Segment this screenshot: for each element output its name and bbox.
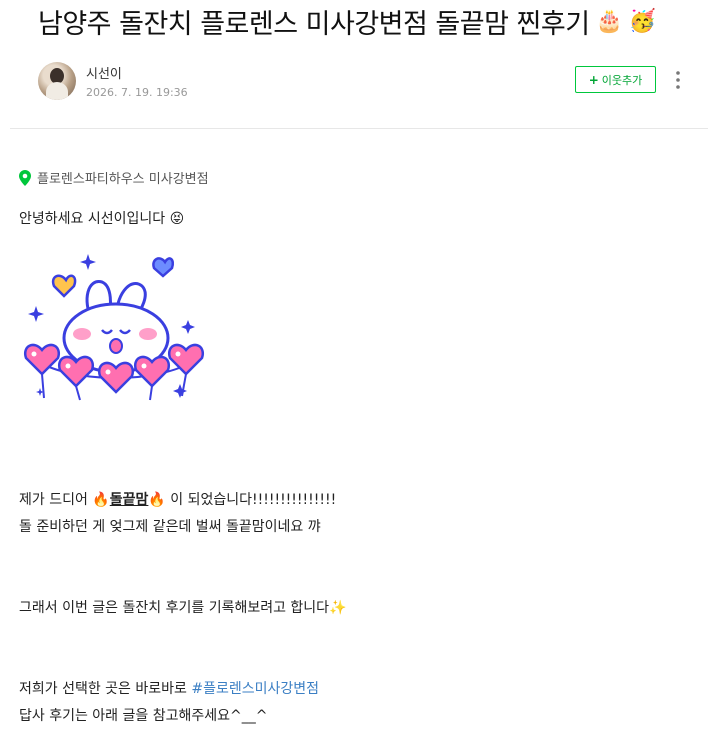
post-date: 2026. 7. 19. 19:36 bbox=[86, 86, 188, 99]
paragraph-3: 그래서 이번 글은 돌잔치 후기를 기록해보려고 합니다✨ bbox=[19, 597, 347, 617]
sparkles-emoji: ✨ bbox=[329, 600, 347, 616]
cake-emoji: 🎂 bbox=[595, 9, 623, 34]
add-neighbor-label: 이웃추가 bbox=[601, 73, 643, 87]
paragraph-4: 저희가 선택한 곳은 바로바로 #플로렌스미사강변점 bbox=[19, 678, 319, 698]
plus-icon: + bbox=[588, 72, 599, 87]
paragraph-2: 돌 준비하던 게 엊그제 같은데 벌써 돌끝맘이네요 꺄 bbox=[19, 519, 321, 535]
p3-text: 그래서 이번 글은 돌잔치 후기를 기록해보려고 합니다 bbox=[19, 600, 330, 616]
post-title: 남양주 돌잔치 플로렌스 미사강변점 돌끝맘 찐후기 🎂 🥳 bbox=[38, 2, 708, 41]
kebab-menu-icon bbox=[676, 71, 680, 89]
hashtag-link[interactable]: #플로렌스미사강변점 bbox=[191, 681, 319, 697]
place-link[interactable]: 플로렌스파티하우스 미사강변점 bbox=[19, 168, 209, 187]
author-avatar[interactable] bbox=[38, 62, 76, 100]
author-name[interactable]: 시선이 bbox=[86, 63, 122, 82]
tongue-emoji: 😝 bbox=[169, 211, 185, 227]
add-neighbor-button[interactable]: + 이웃추가 bbox=[575, 66, 656, 93]
fire-emoji-right: 🔥 bbox=[148, 492, 166, 508]
paragraph-5: 답사 후기는 아래 글을 참고해주세요^__^ bbox=[19, 708, 268, 724]
place-name: 플로렌스파티하우스 미사강변점 bbox=[37, 172, 209, 187]
location-pin-icon bbox=[19, 169, 31, 186]
header-divider bbox=[10, 128, 708, 129]
p4-prefix: 저희가 선택한 곳은 바로바로 bbox=[19, 681, 187, 697]
p1-prefix: 제가 드디어 bbox=[19, 492, 88, 508]
fire-emoji-left: 🔥 bbox=[92, 492, 110, 508]
p1-suffix: 이 되었습니다!!!!!!!!!!!!!!! bbox=[170, 492, 337, 508]
party-face-emoji: 🥳 bbox=[628, 9, 656, 34]
greeting-line: 안녕하세요 시선이입니다 😝 bbox=[19, 208, 184, 228]
paragraph-1: 제가 드디어 🔥돌끝맘🔥 이 되었습니다!!!!!!!!!!!!!!! bbox=[19, 489, 336, 509]
bunny-hearts-sticker bbox=[23, 254, 205, 401]
greeting-text: 안녕하세요 시선이입니다 bbox=[19, 211, 166, 227]
p1-bold: 돌끝맘 bbox=[109, 492, 149, 508]
post-title-text: 남양주 돌잔치 플로렌스 미사강변점 돌끝맘 찐후기 bbox=[38, 9, 590, 40]
more-options-button[interactable] bbox=[668, 68, 688, 92]
